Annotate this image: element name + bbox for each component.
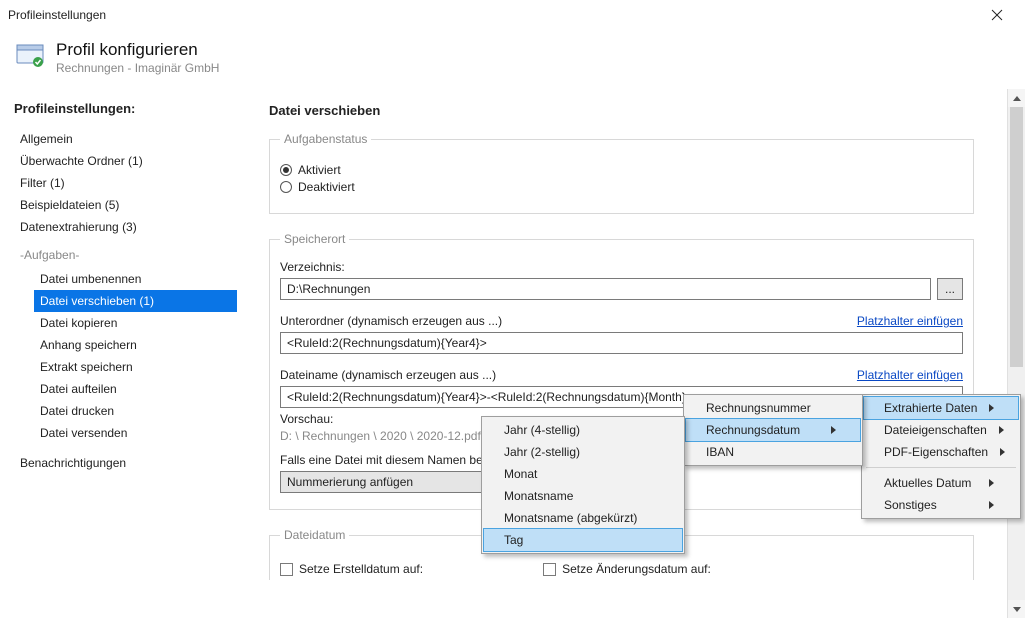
menu-item-iban[interactable]: IBAN	[686, 441, 860, 463]
menu-item-year2[interactable]: Jahr (2-stellig)	[484, 441, 682, 463]
label-set-created: Setze Erstelldatum auf:	[299, 562, 423, 576]
task-send[interactable]: Datei versenden	[34, 422, 237, 444]
sidebar-item-folders[interactable]: Überwachte Ordner (1)	[14, 150, 237, 172]
task-split[interactable]: Datei aufteilen	[34, 378, 237, 400]
fieldset-status: Aufgabenstatus Aktiviert Deaktiviert	[269, 132, 974, 214]
header: Profil konfigurieren Rechnungen - Imagin…	[0, 30, 1025, 89]
input-directory[interactable]	[280, 278, 931, 300]
menu-item-other[interactable]: Sonstiges	[864, 494, 1018, 516]
sidebar-item-extraction[interactable]: Datenextrahierung (3)	[14, 216, 237, 238]
titlebar: Profileinstellungen	[0, 0, 1025, 30]
task-copy[interactable]: Datei kopieren	[34, 312, 237, 334]
sidebar-title: Profileinstellungen:	[14, 101, 237, 116]
sidebar-item-allgemein[interactable]: Allgemein	[14, 128, 237, 150]
context-menu-date-parts: Jahr (4-stellig) Jahr (2-stellig) Monat …	[481, 416, 685, 554]
menu-item-monthname[interactable]: Monatsname	[484, 485, 682, 507]
task-rename[interactable]: Datei umbenennen	[34, 268, 237, 290]
legend-filedate: Dateidatum	[280, 528, 349, 542]
browse-button[interactable]: ...	[937, 278, 963, 300]
menu-item-extracted-data[interactable]: Extrahierte Daten	[863, 396, 1019, 420]
legend-status: Aufgabenstatus	[280, 132, 371, 146]
menu-item-file-properties[interactable]: Dateieigenschaften	[864, 419, 1018, 441]
sidebar: Profileinstellungen: Allgemein Überwacht…	[0, 89, 245, 618]
content-title: Datei verschieben	[269, 99, 974, 132]
legend-location: Speicherort	[280, 232, 349, 246]
task-move[interactable]: Datei verschieben (1)	[34, 290, 237, 312]
profile-icon	[16, 40, 44, 68]
radio-deactivated[interactable]	[280, 181, 292, 193]
input-subfolder[interactable]	[280, 332, 963, 354]
sidebar-item-filter[interactable]: Filter (1)	[14, 172, 237, 194]
radio-activated[interactable]	[280, 164, 292, 176]
menu-item-invoice-number[interactable]: Rechnungsnummer	[686, 397, 860, 419]
link-insert-placeholder-filename[interactable]: Platzhalter einfügen	[857, 368, 963, 382]
window-title: Profileinstellungen	[8, 8, 977, 22]
scrollbar-track[interactable]	[1008, 107, 1025, 600]
scrollbar-down[interactable]	[1008, 600, 1025, 618]
sidebar-subheader-tasks: -Aufgaben-	[14, 244, 237, 266]
checkbox-set-modified[interactable]	[543, 563, 556, 576]
label-set-modified: Setze Änderungsdatum auf:	[562, 562, 711, 576]
context-menu-extracted: Rechnungsnummer Rechnungsdatum IBAN	[683, 394, 863, 466]
menu-item-day[interactable]: Tag	[483, 528, 683, 552]
menu-item-invoice-date[interactable]: Rechnungsdatum	[685, 418, 861, 442]
task-print[interactable]: Datei drucken	[34, 400, 237, 422]
radio-deactivated-label: Deaktiviert	[298, 180, 355, 194]
task-save-attachment[interactable]: Anhang speichern	[34, 334, 237, 356]
task-save-extract[interactable]: Extrakt speichern	[34, 356, 237, 378]
scrollbar-up[interactable]	[1008, 89, 1025, 107]
browse-button-label: ...	[945, 282, 955, 296]
scrollbar[interactable]	[1007, 89, 1025, 618]
page-subtitle: Rechnungen - Imaginär GmbH	[56, 61, 219, 75]
menu-item-pdf-properties[interactable]: PDF-Eigenschaften	[864, 441, 1018, 463]
menu-item-current-date[interactable]: Aktuelles Datum	[864, 472, 1018, 494]
sidebar-item-samples[interactable]: Beispieldateien (5)	[14, 194, 237, 216]
menu-separator	[866, 467, 1016, 468]
menu-item-year4[interactable]: Jahr (4-stellig)	[484, 419, 682, 441]
dropdown-conflict-value: Nummerierung anfügen	[287, 475, 413, 489]
checkbox-set-created[interactable]	[280, 563, 293, 576]
label-subfolder: Unterordner (dynamisch erzeugen aus ...)	[280, 314, 502, 328]
menu-item-monthname-abbr[interactable]: Monatsname (abgekürzt)	[484, 507, 682, 529]
close-button[interactable]	[977, 0, 1017, 30]
sidebar-item-notifications[interactable]: Benachrichtigungen	[14, 452, 237, 474]
label-filename: Dateiname (dynamisch erzeugen aus ...)	[280, 368, 496, 382]
radio-activated-label: Aktiviert	[298, 163, 341, 177]
page-title: Profil konfigurieren	[56, 40, 219, 60]
link-insert-placeholder-subfolder[interactable]: Platzhalter einfügen	[857, 314, 963, 328]
scrollbar-thumb[interactable]	[1010, 107, 1023, 367]
label-directory: Verzeichnis:	[280, 260, 345, 274]
menu-item-month[interactable]: Monat	[484, 463, 682, 485]
context-menu-categories: Extrahierte Daten Dateieigenschaften PDF…	[861, 394, 1021, 519]
